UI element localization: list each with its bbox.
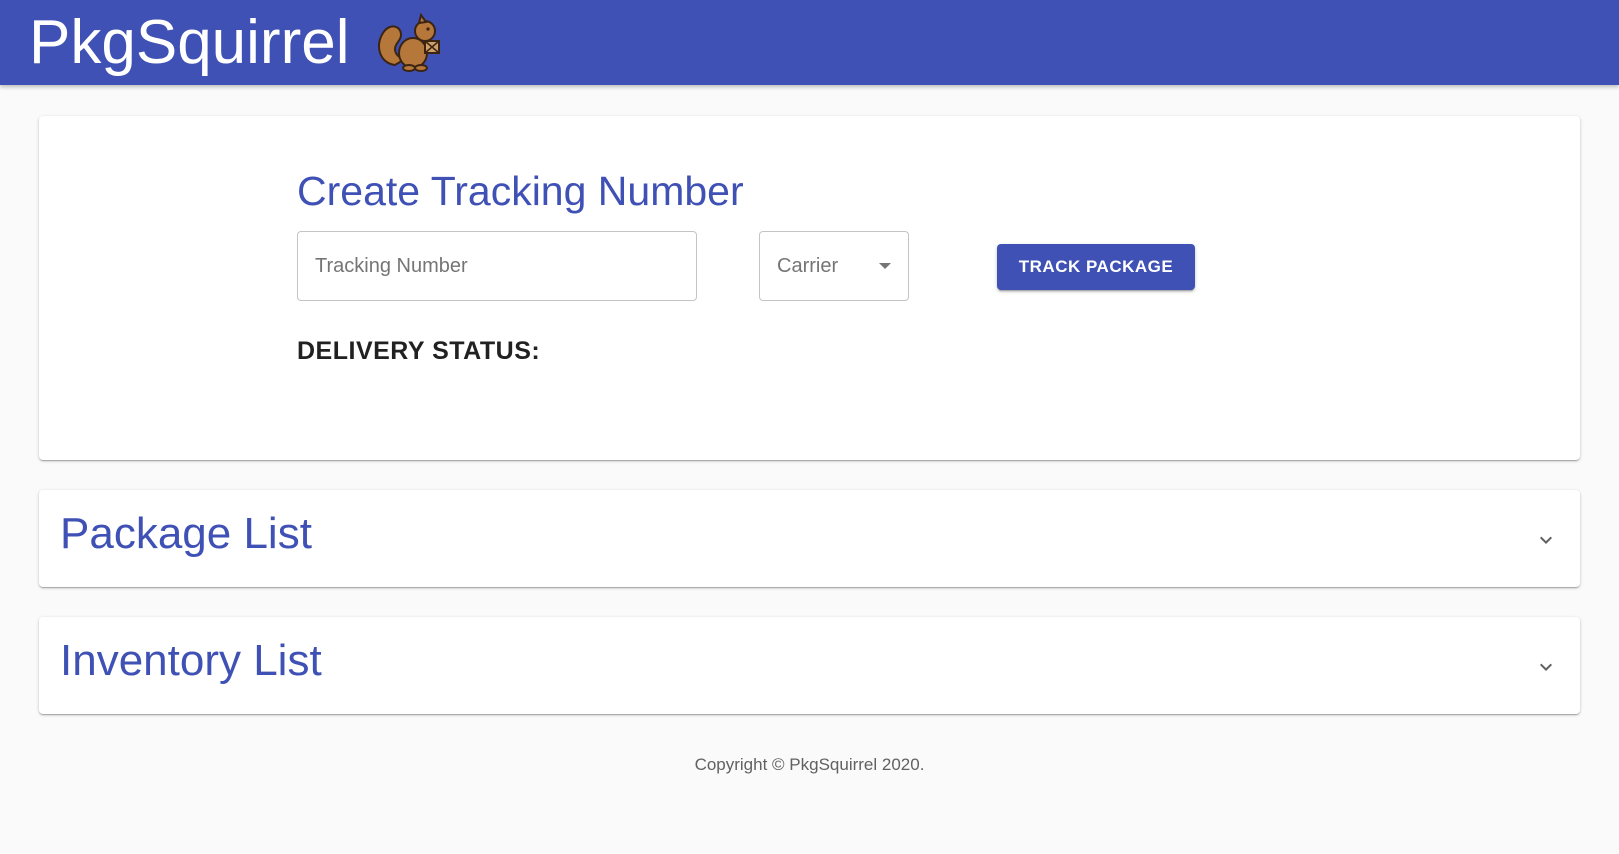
inventory-list-accordion[interactable]: Inventory List	[39, 617, 1580, 714]
track-package-button[interactable]: TRACK PACKAGE	[997, 244, 1195, 290]
footer-copyright: Copyright © PkgSquirrel 2020.	[694, 755, 925, 774]
carrier-select-label: Carrier	[777, 254, 839, 277]
create-tracking-card: Create Tracking Number Carrier TRACK PAC…	[39, 116, 1580, 460]
inventory-list-title: Inventory List	[60, 636, 322, 685]
dropdown-arrow-icon	[879, 263, 891, 269]
chevron-down-icon[interactable]	[1534, 528, 1558, 552]
squirrel-logo-icon	[378, 12, 441, 72]
delivery-status-label: DELIVERY STATUS:	[297, 337, 541, 365]
chevron-down-icon[interactable]	[1534, 655, 1558, 679]
carrier-select[interactable]: Carrier	[759, 231, 909, 301]
tracking-number-field[interactable]	[297, 231, 697, 301]
package-list-title: Package List	[60, 509, 312, 558]
package-list-accordion[interactable]: Package List	[39, 490, 1580, 587]
app-header: PkgSquirrel	[0, 0, 1619, 85]
create-tracking-title: Create Tracking Number	[297, 168, 744, 214]
tracking-number-input[interactable]	[315, 254, 696, 278]
app-title: PkgSquirrel	[29, 7, 350, 77]
